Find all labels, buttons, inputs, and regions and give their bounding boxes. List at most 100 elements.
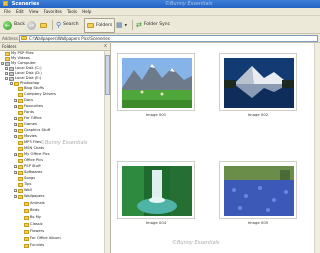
computer-icon bbox=[5, 61, 10, 66]
watermark-text: ©Bunny Essentials bbox=[172, 240, 220, 246]
tree-item[interactable]: + Favourites bbox=[14, 104, 43, 109]
folder-icon bbox=[18, 116, 23, 121]
views-button[interactable]: ▦ ▼ bbox=[116, 19, 127, 31]
scrollbar-thumb[interactable] bbox=[105, 55, 110, 95]
collapse-icon[interactable]: - bbox=[14, 195, 17, 199]
menu-help[interactable]: Help bbox=[82, 8, 91, 16]
thumbnail-item[interactable]: Image 001 bbox=[117, 53, 195, 119]
bluebonnet-field-image bbox=[224, 166, 294, 216]
expand-icon[interactable]: + bbox=[14, 165, 18, 169]
thumbnail-caption: Image 002 bbox=[247, 112, 269, 117]
tree-item[interactable]: Funnies bbox=[24, 243, 44, 248]
expand-icon[interactable]: + bbox=[14, 123, 18, 127]
tree-item[interactable]: MSN Chats bbox=[18, 146, 44, 151]
watermark-text: ©Bunny Essentials bbox=[40, 140, 88, 146]
folder-icon bbox=[18, 182, 23, 187]
tree-item[interactable]: + Docs bbox=[14, 98, 33, 103]
tree-item[interactable]: Company Drivers bbox=[18, 92, 56, 97]
tree-item[interactable]: + Softwares bbox=[14, 170, 42, 175]
tree-item[interactable]: Flowers bbox=[24, 229, 44, 234]
address-bar: Address C:\Wallpapers\Wallpapers Pics\Sc… bbox=[0, 34, 320, 43]
folders-button[interactable]: Folders bbox=[84, 18, 116, 33]
collapse-icon[interactable]: - bbox=[10, 82, 13, 86]
folder-icon bbox=[18, 110, 23, 115]
folder-icon bbox=[24, 236, 29, 241]
folder-icon bbox=[18, 86, 23, 91]
forward-button[interactable]: → bbox=[27, 19, 36, 31]
folder-icon bbox=[3, 1, 8, 6]
tree-item[interactable]: Animals bbox=[24, 201, 45, 206]
close-icon[interactable]: x bbox=[104, 43, 107, 50]
expand-icon[interactable]: + bbox=[5, 67, 9, 71]
thumbnail-frame bbox=[117, 53, 195, 111]
folder-icon bbox=[18, 188, 23, 193]
up-button[interactable] bbox=[40, 19, 47, 31]
thumbnail-caption: Image 005 bbox=[247, 220, 269, 225]
tree-item[interactable]: + Graphics Stuff bbox=[14, 128, 50, 133]
tree-item[interactable]: Office Pics bbox=[18, 158, 43, 163]
drive-icon bbox=[9, 76, 14, 81]
tree-item[interactable]: Bs My bbox=[24, 215, 41, 220]
menu-tools[interactable]: Tools bbox=[67, 8, 77, 16]
folder-icon bbox=[14, 81, 19, 86]
menu-view[interactable]: View bbox=[29, 8, 39, 16]
folders-label: Folders bbox=[96, 22, 113, 28]
search-button[interactable]: ⚲ Search bbox=[56, 19, 79, 31]
tree-item[interactable]: Birds bbox=[24, 208, 39, 213]
collapse-icon[interactable]: - bbox=[5, 77, 8, 81]
thumbnail-item[interactable]: Image 005 bbox=[219, 161, 297, 227]
tree-item[interactable]: Blog Stuffs bbox=[18, 86, 44, 91]
expand-icon[interactable]: + bbox=[14, 171, 18, 175]
expand-icon[interactable]: + bbox=[14, 189, 18, 193]
tree-item[interactable]: Fonts bbox=[18, 110, 34, 115]
tree-item[interactable]: + Movies bbox=[14, 134, 37, 139]
menu-file[interactable]: File bbox=[4, 8, 11, 16]
menu-favorites[interactable]: Favorites bbox=[44, 8, 62, 16]
folder-icon bbox=[24, 243, 29, 248]
address-input[interactable]: C:\Wallpapers\Wallpapers Pics\Sceneries bbox=[19, 35, 318, 42]
tree-item[interactable]: Tips bbox=[18, 182, 31, 187]
tree-item[interactable]: For Office Album bbox=[24, 236, 61, 241]
thumbnail-caption: Image 001 bbox=[145, 112, 167, 117]
tree-scrollbar[interactable] bbox=[104, 51, 110, 253]
tree-item[interactable]: Songs bbox=[18, 176, 35, 181]
folders-panel-title: Folders bbox=[2, 44, 17, 49]
tree-item[interactable]: MP3 Files bbox=[18, 140, 41, 145]
toolbar: ← Back ▼ → ⚲ Search Folders ▦ ▼ ⇄ Folder… bbox=[0, 16, 320, 34]
tree-item[interactable]: - Wallpapers bbox=[14, 194, 44, 199]
menu-edit[interactable]: Edit bbox=[16, 8, 24, 16]
tree-item[interactable]: + Games bbox=[14, 122, 37, 127]
thumbnail-frame bbox=[219, 161, 297, 219]
tree-item[interactable]: + PSP Stuff bbox=[14, 164, 41, 169]
drive-icon bbox=[9, 66, 14, 71]
tree-item[interactable]: + Wall bbox=[14, 188, 32, 193]
thumbnail-item[interactable]: Image 002 bbox=[219, 53, 297, 119]
thumbnail-frame bbox=[117, 161, 195, 219]
expand-icon[interactable]: + bbox=[14, 117, 18, 121]
tree-item[interactable]: + For Office bbox=[14, 116, 42, 121]
thumbnail-item[interactable]: Image 004 bbox=[117, 161, 195, 227]
expand-icon[interactable]: + bbox=[14, 153, 18, 157]
back-button[interactable]: ← Back ▼ bbox=[3, 19, 29, 31]
drive-icon bbox=[9, 71, 14, 76]
folder-icon bbox=[5, 56, 10, 61]
folder-icon bbox=[18, 170, 23, 175]
expand-icon[interactable]: + bbox=[14, 105, 18, 109]
collapse-icon[interactable]: - bbox=[1, 62, 4, 66]
tree-item[interactable]: Classic bbox=[24, 222, 43, 227]
tree-item[interactable]: + My Office Pics bbox=[14, 152, 50, 157]
folder-icon bbox=[18, 158, 23, 163]
content-scrollbar[interactable] bbox=[314, 43, 320, 253]
folders-panel: Folders x My PSP Files My Videos - My Com… bbox=[0, 43, 111, 253]
expand-icon[interactable]: + bbox=[14, 135, 18, 139]
expand-icon[interactable]: + bbox=[14, 129, 18, 133]
folder-sync-button[interactable]: ⇄ Folder Sync bbox=[136, 19, 170, 31]
folder-up-icon bbox=[40, 22, 47, 28]
expand-icon[interactable]: + bbox=[14, 99, 18, 103]
forward-arrow-icon: → bbox=[27, 20, 36, 30]
folders-icon bbox=[87, 23, 94, 28]
folder-icon bbox=[5, 51, 10, 56]
search-icon: ⚲ bbox=[56, 21, 62, 29]
folder-icon bbox=[18, 152, 23, 157]
expand-icon[interactable]: + bbox=[5, 72, 9, 76]
